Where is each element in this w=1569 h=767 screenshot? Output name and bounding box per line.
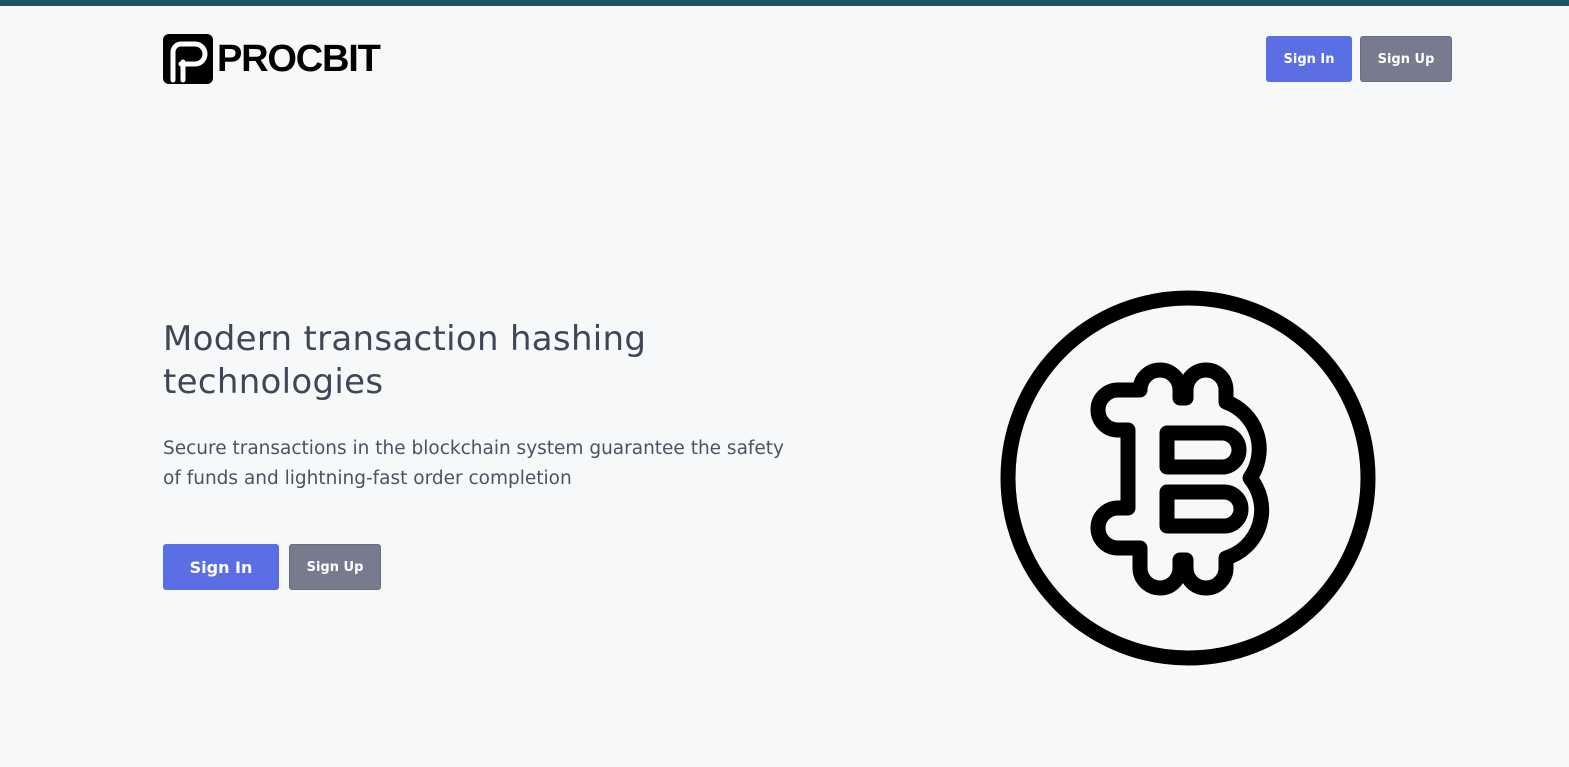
hero-sign-in-button[interactable]: Sign In [163,544,279,590]
bitcoin-icon [1000,290,1376,666]
hero-sign-up-button[interactable]: Sign Up [289,544,381,590]
header-sign-in-button[interactable]: Sign In [1266,36,1352,82]
hero-title: Modern transaction hashing technologies [163,319,647,402]
site-header: PROCBIT Sign In Sign Up [163,34,1452,84]
hero-subtitle: Secure transactions in the blockchain sy… [163,438,785,489]
header-sign-up-button[interactable]: Sign Up [1360,36,1452,82]
procbit-logo-icon [163,34,213,84]
logo-text: PROCBIT [217,38,381,80]
top-accent-bar [0,0,1569,6]
logo-link[interactable]: PROCBIT [163,34,381,84]
